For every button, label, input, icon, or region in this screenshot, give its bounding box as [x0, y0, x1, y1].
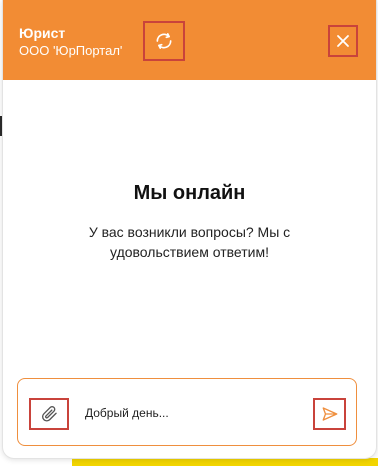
online-headline: Мы онлайн: [133, 182, 246, 204]
message-composer: [17, 378, 357, 446]
paperclip-icon: [42, 406, 57, 422]
refresh-icon: [156, 33, 172, 49]
chat-widget: Юрист ООО 'ЮрПортал' Мы онлайн У вас воз…: [2, 0, 377, 459]
chat-header: Юрист ООО 'ЮрПортал': [3, 0, 376, 80]
company-name: ООО 'ЮрПортал': [19, 43, 123, 58]
message-input[interactable]: [85, 403, 295, 423]
agent-name: Юрист: [19, 25, 66, 41]
bottom-accent-strip: [72, 458, 378, 466]
send-icon: [322, 407, 337, 421]
online-subtext: У вас возникли вопросы? Мы с удовольстви…: [88, 224, 291, 260]
refresh-button[interactable]: [143, 21, 185, 61]
close-button[interactable]: [328, 25, 358, 57]
send-button[interactable]: [313, 398, 346, 430]
attach-button[interactable]: [29, 398, 69, 430]
chat-content: Мы онлайн У вас возникли вопросы? Мы с у…: [3, 80, 376, 365]
close-icon: [337, 35, 349, 47]
